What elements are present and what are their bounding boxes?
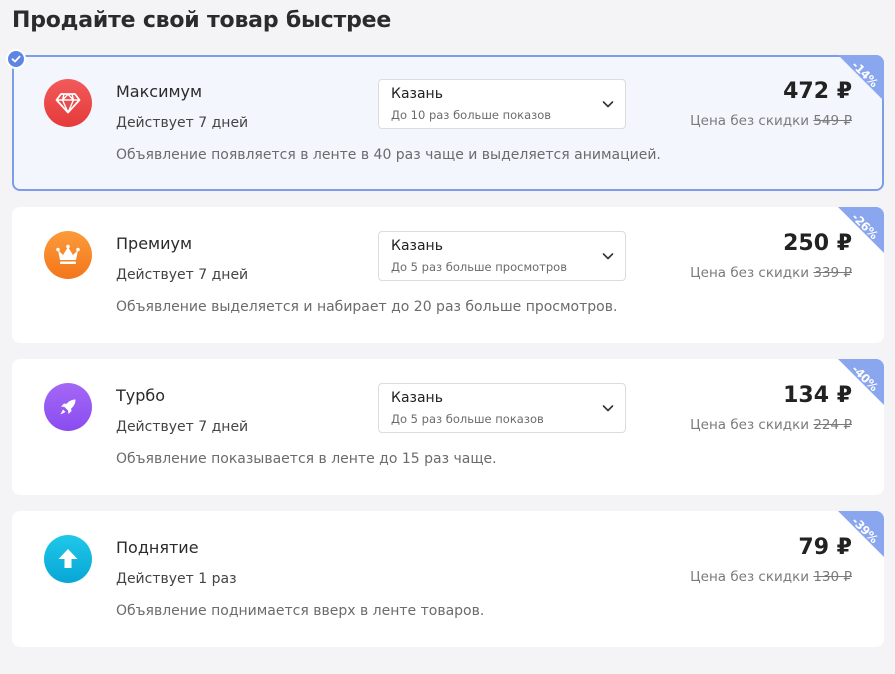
city-select-value: Казань (391, 86, 443, 102)
discount-ribbon: -26% (838, 207, 884, 253)
chevron-down-icon (602, 253, 614, 260)
plan-card-maximum[interactable]: Максимум Действует 7 дней Объявление поя… (6, 49, 884, 191)
plan-old-price: Цена без скидки 339 ₽ (690, 265, 852, 281)
plan-name: Максимум (116, 82, 203, 101)
city-select-hint: До 10 раз больше показов (391, 108, 552, 122)
arrow-up-icon (44, 535, 92, 583)
chevron-down-icon (602, 101, 614, 108)
page-title: Продайте свой товар быстрее (12, 8, 392, 33)
plan-description: Объявление поднимается вверх в ленте тов… (116, 603, 485, 619)
rocket-icon (44, 383, 92, 431)
plan-duration: Действует 1 раз (116, 571, 237, 587)
old-price-label: Цена без скидки (690, 569, 810, 585)
city-select[interactable]: Казань До 5 раз больше просмотров (378, 231, 626, 281)
plan-name: Турбо (116, 386, 166, 405)
plan-card-turbo[interactable]: Турбо Действует 7 дней Объявление показы… (12, 359, 884, 495)
plan-name: Поднятие (116, 538, 199, 557)
city-select[interactable]: Казань До 5 раз больше показов (378, 383, 626, 433)
promotion-page: Продайте свой товар быстрее Максимум Дей… (0, 0, 895, 674)
selected-check-icon (6, 49, 26, 69)
chevron-down-icon (602, 405, 614, 412)
plan-old-price: Цена без скидки 130 ₽ (690, 569, 852, 585)
city-select-value: Казань (391, 238, 443, 254)
plan-description: Объявление появляется в ленте в 40 раз ч… (116, 147, 661, 163)
old-price-value: 549 ₽ (813, 113, 852, 129)
plan-old-price: Цена без скидки 549 ₽ (690, 113, 852, 129)
discount-ribbon: -14% (838, 55, 884, 101)
discount-ribbon: -40% (838, 359, 884, 405)
old-price-label: Цена без скидки (690, 113, 810, 129)
old-price-label: Цена без скидки (690, 417, 810, 433)
plan-duration: Действует 7 дней (116, 115, 249, 131)
old-price-value: 339 ₽ (813, 265, 852, 281)
crown-icon (44, 231, 92, 279)
old-price-value: 224 ₽ (813, 417, 852, 433)
plan-old-price: Цена без скидки 224 ₽ (690, 417, 852, 433)
plan-card-bump[interactable]: Поднятие Действует 1 раз Объявление подн… (12, 511, 884, 647)
diamond-icon (44, 79, 92, 127)
old-price-label: Цена без скидки (690, 265, 810, 281)
plan-description: Объявление показывается в ленте до 15 ра… (116, 451, 497, 467)
city-select-hint: До 5 раз больше просмотров (391, 260, 567, 274)
old-price-value: 130 ₽ (813, 569, 852, 585)
city-select-hint: До 5 раз больше показов (391, 412, 544, 426)
plan-card-premium[interactable]: Премиум Действует 7 дней Объявление выде… (12, 207, 884, 343)
city-select-value: Казань (391, 390, 443, 406)
plan-name: Премиум (116, 234, 193, 253)
plan-duration: Действует 7 дней (116, 267, 249, 283)
city-select[interactable]: Казань До 10 раз больше показов (378, 79, 626, 129)
discount-ribbon: -39% (838, 511, 884, 557)
plan-description: Объявление выделяется и набирает до 20 р… (116, 299, 618, 315)
plan-duration: Действует 7 дней (116, 419, 249, 435)
